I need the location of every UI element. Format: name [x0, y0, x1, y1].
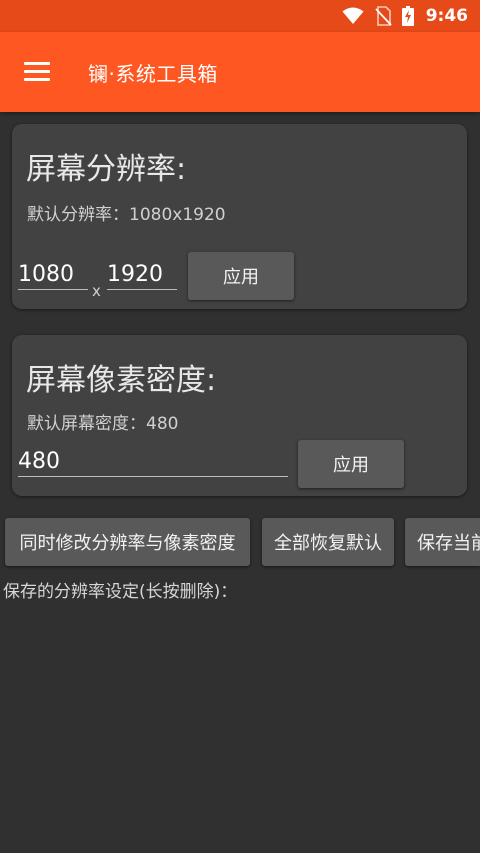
battery-charging-icon [401, 6, 414, 26]
height-input[interactable]: 1920 [107, 262, 177, 290]
width-input[interactable]: 1080 [18, 262, 88, 290]
wifi-icon [342, 7, 364, 24]
restore-defaults-button[interactable]: 全部恢复默认 [262, 518, 394, 566]
density-input[interactable]: 480 [18, 449, 288, 477]
app-title: 镧·系统工具箱 [88, 62, 218, 86]
apply-resolution-button[interactable]: 应用 [188, 252, 294, 300]
resolution-card: 屏幕分辨率: 默认分辨率：1080x1920 1080 x 1920 应用 [12, 124, 467, 309]
default-density-text: 默认屏幕密度：480 [27, 414, 179, 434]
apply-density-button[interactable]: 应用 [298, 440, 404, 488]
saved-settings-header: 保存的分辨率设定(长按删除)： [3, 582, 238, 602]
status-bar: 9:46 [0, 0, 480, 32]
density-title: 屏幕像素密度: [26, 363, 217, 398]
density-card: 屏幕像素密度: 默认屏幕密度：480 480 应用 [12, 335, 467, 496]
resolution-separator: x [92, 282, 101, 300]
hamburger-menu-icon[interactable] [24, 62, 50, 82]
default-resolution-text: 默认分辨率：1080x1920 [27, 205, 226, 225]
modify-both-button[interactable]: 同时修改分辨率与像素密度 [5, 518, 250, 566]
app-bar: 镧·系统工具箱 [0, 32, 480, 112]
resolution-title: 屏幕分辨率: [26, 152, 187, 187]
no-sim-icon [375, 6, 392, 26]
save-current-button[interactable]: 保存当前 [405, 518, 480, 566]
status-time: 9:46 [425, 6, 468, 26]
